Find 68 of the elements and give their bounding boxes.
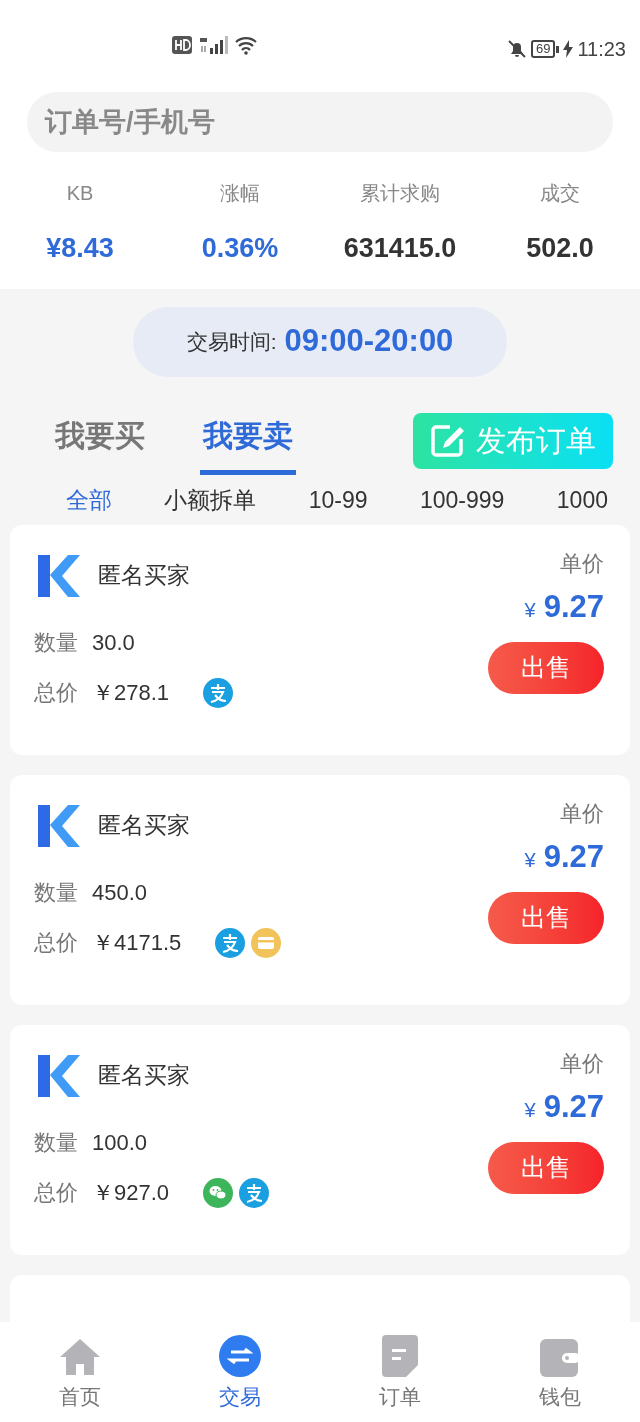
bank-card-icon [251, 927, 282, 958]
tab[interactable]: 我要卖 [200, 412, 296, 475]
unit-price: 9.27 [543, 837, 604, 876]
currency-symbol: ¥ [524, 597, 536, 623]
filter-tab[interactable]: 10-99 [308, 483, 368, 518]
k-logo-icon [36, 1052, 82, 1099]
stat-label: 累计求购 [360, 181, 440, 206]
battery-indicator: 69 [530, 40, 560, 58]
stat-label: 涨幅 [220, 181, 260, 206]
quantity-label: 数量 [34, 1129, 78, 1157]
nav-tab[interactable]: 订单 [320, 1322, 480, 1422]
search-field[interactable]: 订单号/手机号 [27, 92, 613, 152]
filter-tab[interactable]: 100-999 [420, 483, 505, 518]
tab[interactable]: 我要买 [52, 412, 148, 475]
wallet-icon [540, 1338, 580, 1377]
filter-tab[interactable]: 全部 [66, 483, 112, 518]
quantity-value: 100.0 [92, 1129, 148, 1157]
sell-button[interactable]: 出售 [488, 642, 604, 694]
unit-price-label: 单价 [560, 799, 604, 828]
quantity-value: 450.0 [92, 879, 148, 907]
total-value: ￥927.0 [92, 1179, 170, 1207]
alipay-icon [215, 927, 246, 958]
sell-button[interactable]: 出售 [488, 892, 604, 944]
home-icon [59, 1336, 101, 1377]
stat-label: 成交 [540, 181, 580, 206]
stat-value: 631415.0 [343, 232, 457, 265]
nav-tab[interactable]: 首页 [0, 1322, 160, 1422]
sell-button[interactable]: 出售 [488, 1142, 604, 1194]
filter-tab[interactable]: 1000 [556, 483, 608, 518]
filter-tab[interactable]: 小额拆单 [164, 483, 257, 518]
wechat-icon [203, 1177, 234, 1208]
stat-value: 502.0 [526, 232, 594, 265]
unit-price-label: 单价 [560, 549, 604, 578]
bell-muted-icon [506, 39, 527, 59]
buyer-name: 匿名买家 [98, 1061, 190, 1091]
total-value: ￥4171.5 [92, 929, 182, 957]
total-label: 总价 [34, 679, 78, 707]
alipay-icon [239, 1177, 270, 1208]
unit-price: 9.27 [543, 587, 604, 626]
hd-icon [172, 36, 192, 54]
total-label: 总价 [34, 929, 78, 957]
total-label: 总价 [34, 1179, 78, 1207]
quantity-label: 数量 [34, 879, 78, 907]
buyer-name: 匿名买家 [98, 561, 190, 591]
trading-hours-value: 09:00-20:00 [284, 322, 454, 361]
nav-tab[interactable]: 交易 [160, 1322, 320, 1422]
stat-value: ¥8.43 [46, 232, 114, 265]
signal-icon [198, 34, 228, 56]
stat-value: 0.36% [201, 232, 279, 265]
unit-price-label: 单价 [560, 1049, 604, 1078]
k-logo-icon [36, 552, 82, 599]
clock-time: 11:23 [577, 37, 626, 62]
edit-icon [430, 422, 466, 459]
currency-symbol: ¥ [524, 847, 536, 873]
alipay-icon [203, 677, 234, 708]
trading-hours-label: 交易时间: [186, 328, 277, 355]
document-icon [382, 1334, 418, 1377]
charging-icon [563, 40, 574, 58]
unit-price: 9.27 [543, 1087, 604, 1126]
quantity-value: 30.0 [92, 629, 135, 657]
buyer-name: 匿名买家 [98, 811, 190, 841]
stat-label: KB [66, 181, 94, 206]
k-logo-icon [36, 802, 82, 849]
total-value: ￥278.1 [92, 679, 170, 707]
nav-tab[interactable]: 钱包 [480, 1322, 640, 1422]
quantity-label: 数量 [34, 629, 78, 657]
currency-symbol: ¥ [524, 1097, 536, 1123]
exchange-icon [219, 1334, 261, 1377]
